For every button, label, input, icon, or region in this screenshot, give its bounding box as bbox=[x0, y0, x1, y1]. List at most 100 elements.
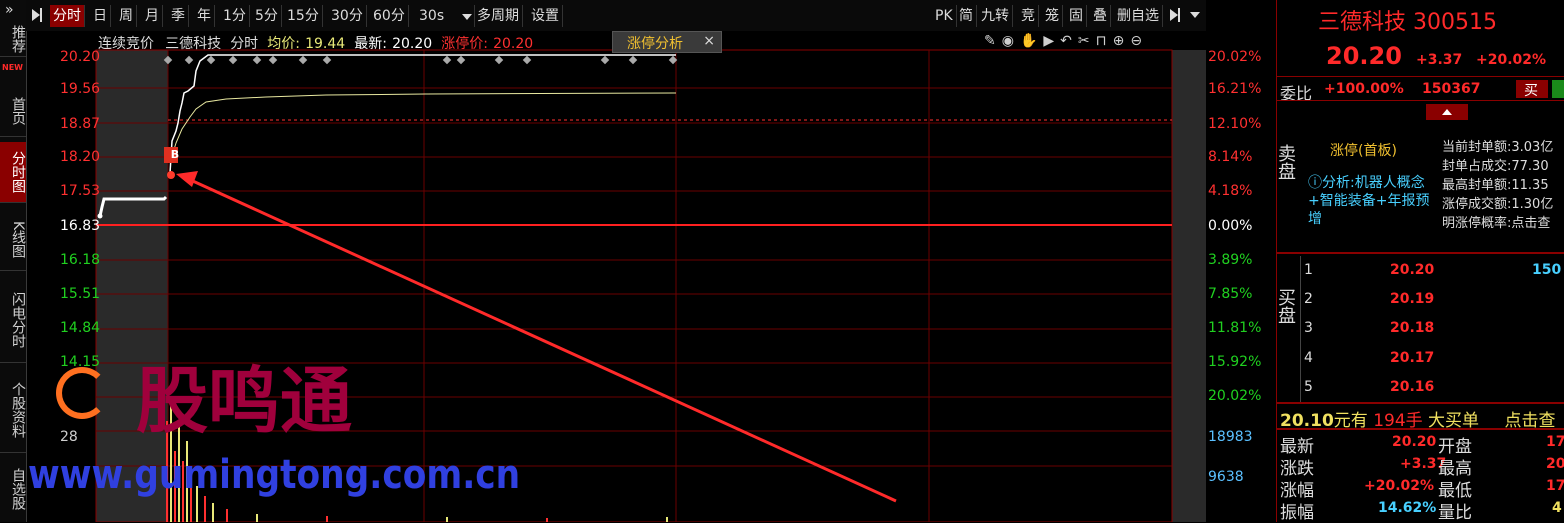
stat-value: 20 bbox=[1546, 456, 1564, 472]
arrow-right-icon[interactable] bbox=[1170, 9, 1178, 21]
y-right-label: 16.21% bbox=[1208, 81, 1262, 97]
divider bbox=[1276, 402, 1564, 404]
tab-15min[interactable]: 15分 bbox=[284, 5, 323, 27]
buy-button[interactable]: 买 bbox=[1516, 80, 1548, 99]
y-right-label: 9638 bbox=[1208, 469, 1244, 485]
sidebar-item-recommend[interactable]: 推荐 bbox=[0, 22, 26, 57]
limit-analysis-tab[interactable]: 涨停分析 × bbox=[612, 31, 722, 53]
y-right-label: 18983 bbox=[1208, 429, 1253, 445]
tab-5min[interactable]: 5分 bbox=[252, 5, 282, 27]
y-right-label: 7.85% bbox=[1208, 286, 1253, 302]
remove-watchlist-button[interactable]: 删自选 bbox=[1114, 5, 1163, 27]
stat-key: 振幅 bbox=[1280, 503, 1314, 523]
right-margin-shade bbox=[1172, 50, 1206, 522]
quote-panel: 三德科技 300515 20.20 +3.37 +20.02% 委比 +100.… bbox=[1275, 0, 1564, 523]
y-right-label: 12.10% bbox=[1208, 116, 1262, 132]
tab-30s-label: 30s bbox=[419, 8, 445, 24]
auction-button[interactable]: 竞 bbox=[1018, 5, 1039, 27]
y-left-label: 19.56 bbox=[60, 81, 101, 97]
cage-button[interactable]: 笼 bbox=[1042, 5, 1063, 27]
tab-week[interactable]: 周 bbox=[116, 5, 137, 27]
watermark-url: www.gumingtong.com.cn bbox=[28, 452, 521, 498]
stat-value: 14.62% bbox=[1378, 500, 1437, 516]
pen-icon[interactable]: ✎ bbox=[984, 33, 1002, 49]
y-right-label: 20.02% bbox=[1208, 49, 1262, 65]
latest-value: 20.20 bbox=[392, 36, 433, 52]
eye-icon[interactable]: ◉ bbox=[1002, 33, 1020, 49]
scissors-icon[interactable]: ✂ bbox=[1078, 33, 1096, 49]
avg-value: 19.44 bbox=[305, 36, 346, 52]
seal-info: 当前封单额:3.03亿 封单占成交:77.30 最高封单额:11.35 涨停成交… bbox=[1442, 138, 1564, 233]
tab-30s[interactable]: 30s bbox=[416, 5, 475, 27]
tab-settings[interactable]: 设置 bbox=[528, 5, 563, 27]
stat-value: 17 bbox=[1546, 434, 1564, 450]
period-toolbar: 分时 日 周 月 季 年 1分 5分 15分 30分 60分 30s 多周期 设… bbox=[26, 0, 1206, 31]
sidebar-item-watchlist[interactable]: 自选股 bbox=[0, 456, 26, 522]
y-left-label: 16.83 bbox=[60, 218, 101, 234]
tab-year[interactable]: 年 bbox=[194, 5, 215, 27]
buy-level-index: 3 bbox=[1304, 320, 1313, 336]
collapse-button[interactable] bbox=[1426, 104, 1468, 120]
y-right-label: 11.81% bbox=[1208, 320, 1262, 336]
y-right-label: 15.92% bbox=[1208, 354, 1262, 370]
zoom-out-icon[interactable]: ⊖ bbox=[1130, 33, 1148, 49]
divider bbox=[1276, 100, 1564, 101]
price-change-pct: +20.02% bbox=[1476, 52, 1547, 68]
sidebar-item-flash[interactable]: 闪电分时 bbox=[0, 278, 26, 363]
simple-button[interactable]: 简 bbox=[956, 5, 977, 27]
latest-label: 最新: bbox=[354, 36, 387, 52]
sell-button[interactable] bbox=[1552, 80, 1564, 98]
analysis-text[interactable]: ⓘ分析:机器人概念+智能装备+年报预增 bbox=[1308, 174, 1434, 228]
seal-max: 最高封单额:11.35 bbox=[1442, 178, 1549, 193]
zoom-in-icon[interactable]: ⊕ bbox=[1113, 33, 1131, 49]
lock-icon[interactable]: ⊓ bbox=[1096, 33, 1113, 49]
y-left-label: 18.87 bbox=[60, 116, 101, 132]
y-left-label: 16.18 bbox=[60, 252, 101, 268]
chevron-up-icon bbox=[1442, 109, 1452, 115]
buy-level-index: 1 bbox=[1304, 262, 1313, 278]
tab-1min[interactable]: 1分 bbox=[220, 5, 250, 27]
buy-button-label: 买 bbox=[1524, 83, 1538, 99]
y-left-label: 28 bbox=[60, 429, 78, 445]
sidebar-item-timeshare[interactable]: 分时图 bbox=[0, 142, 26, 203]
pk-button[interactable]: PK bbox=[932, 5, 957, 27]
current-price: 20.20 bbox=[1326, 42, 1402, 70]
tab-day[interactable]: 日 bbox=[90, 5, 111, 27]
tab-timeshare[interactable]: 分时 bbox=[50, 5, 85, 27]
stock-name: 三德科技 bbox=[165, 36, 222, 52]
undo-icon[interactable]: ↶ bbox=[1060, 33, 1078, 49]
chevron-down-icon[interactable] bbox=[1190, 12, 1200, 18]
chevron-down-icon bbox=[462, 14, 472, 20]
y-right-label: 8.14% bbox=[1208, 149, 1253, 165]
sidebar-item-profile[interactable]: 个股资料 bbox=[0, 368, 26, 453]
nine-turn-button[interactable]: 九转 bbox=[978, 5, 1013, 27]
tab-60min[interactable]: 60分 bbox=[370, 5, 409, 27]
sidebar-item-kline[interactable]: K线图 bbox=[0, 210, 26, 271]
price-line bbox=[169, 54, 676, 174]
arrow-right-icon[interactable] bbox=[32, 9, 40, 21]
left-sidebar: » 推荐 NEW 首页 分时图 K线图 闪电分时 个股资料 自选股 bbox=[0, 0, 27, 522]
tab-month[interactable]: 月 bbox=[142, 5, 163, 27]
sidebar-item-home[interactable]: 首页 bbox=[0, 86, 26, 137]
avg-label: 均价: bbox=[267, 36, 300, 52]
overlay-button[interactable]: 叠 bbox=[1090, 5, 1111, 27]
y-right-label: 20.02% bbox=[1208, 388, 1262, 404]
wb-pct: +100.00% bbox=[1324, 81, 1404, 97]
hand-icon[interactable]: ✋ bbox=[1020, 33, 1043, 49]
play-icon[interactable]: ▶ bbox=[1043, 33, 1060, 49]
tab-season[interactable]: 季 bbox=[168, 5, 189, 27]
y-left-label: 15.51 bbox=[60, 286, 101, 302]
close-icon[interactable]: × bbox=[703, 33, 715, 49]
divider bbox=[1276, 252, 1564, 254]
fixed-button[interactable]: 固 bbox=[1066, 5, 1087, 27]
y-left-label: 14.84 bbox=[60, 320, 101, 336]
tab-30min[interactable]: 30分 bbox=[328, 5, 367, 27]
watermark-text: 股鸣通 bbox=[136, 358, 353, 443]
stat-value: +20.02% bbox=[1364, 478, 1435, 494]
buy-point bbox=[167, 171, 175, 179]
tab-multi-period[interactable]: 多周期 bbox=[474, 5, 523, 27]
y-right-label: 0.00% bbox=[1208, 218, 1253, 234]
expand-icon[interactable]: » bbox=[5, 2, 14, 18]
watermark-swirl-icon bbox=[56, 367, 108, 419]
seal-probability[interactable]: 明涨停概率:点击查 bbox=[1442, 214, 1564, 233]
